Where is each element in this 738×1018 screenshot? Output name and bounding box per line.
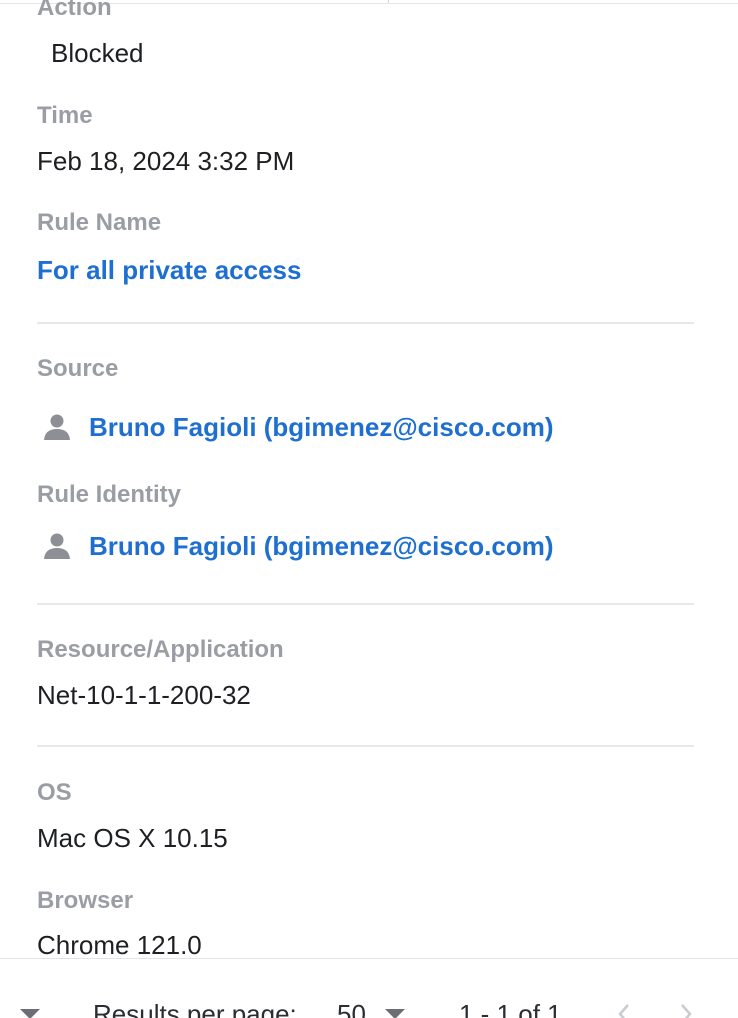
browser-value: Chrome 121.0	[37, 930, 202, 960]
rule-identity-user-link[interactable]: Bruno Fagioli (bgimenez@cisco.com)	[89, 531, 554, 561]
chevron-right-icon[interactable]	[675, 1003, 697, 1018]
caret-down-icon[interactable]	[20, 1009, 40, 1018]
resource-value: Net-10-1-1-200-32	[37, 680, 251, 710]
action-value: Blocked	[51, 38, 144, 68]
resource-label: Resource/Application	[37, 636, 284, 663]
section-divider	[37, 322, 694, 324]
caret-down-icon[interactable]	[385, 1009, 405, 1018]
source-row: Bruno Fagioli (bgimenez@cisco.com)	[37, 411, 554, 443]
user-icon	[39, 531, 75, 561]
pagination-range: 1 - 1 of 1	[459, 999, 562, 1018]
source-label: Source	[37, 355, 119, 382]
section-divider	[37, 745, 694, 747]
rule-identity-label: Rule Identity	[37, 481, 182, 508]
top-border-tick	[388, 0, 389, 3]
rule-name-link[interactable]: For all private access	[37, 255, 301, 285]
os-label: OS	[37, 779, 72, 806]
pagination-footer: Results per page: 50 1 - 1 of 1	[0, 958, 738, 1018]
rule-identity-row: Bruno Fagioli (bgimenez@cisco.com)	[37, 530, 554, 562]
results-per-page-label: Results per page:	[93, 999, 297, 1018]
results-per-page-select[interactable]: 50	[337, 999, 366, 1018]
source-user-link[interactable]: Bruno Fagioli (bgimenez@cisco.com)	[89, 412, 554, 442]
chevron-left-icon[interactable]	[613, 1003, 635, 1018]
action-label: Action	[37, 0, 112, 21]
os-value: Mac OS X 10.15	[37, 823, 228, 853]
rule-name-label: Rule Name	[37, 209, 162, 236]
section-divider	[37, 603, 694, 605]
time-value: Feb 18, 2024 3:32 PM	[37, 146, 295, 176]
user-icon	[39, 412, 75, 442]
time-label: Time	[37, 102, 93, 129]
browser-label: Browser	[37, 887, 134, 914]
